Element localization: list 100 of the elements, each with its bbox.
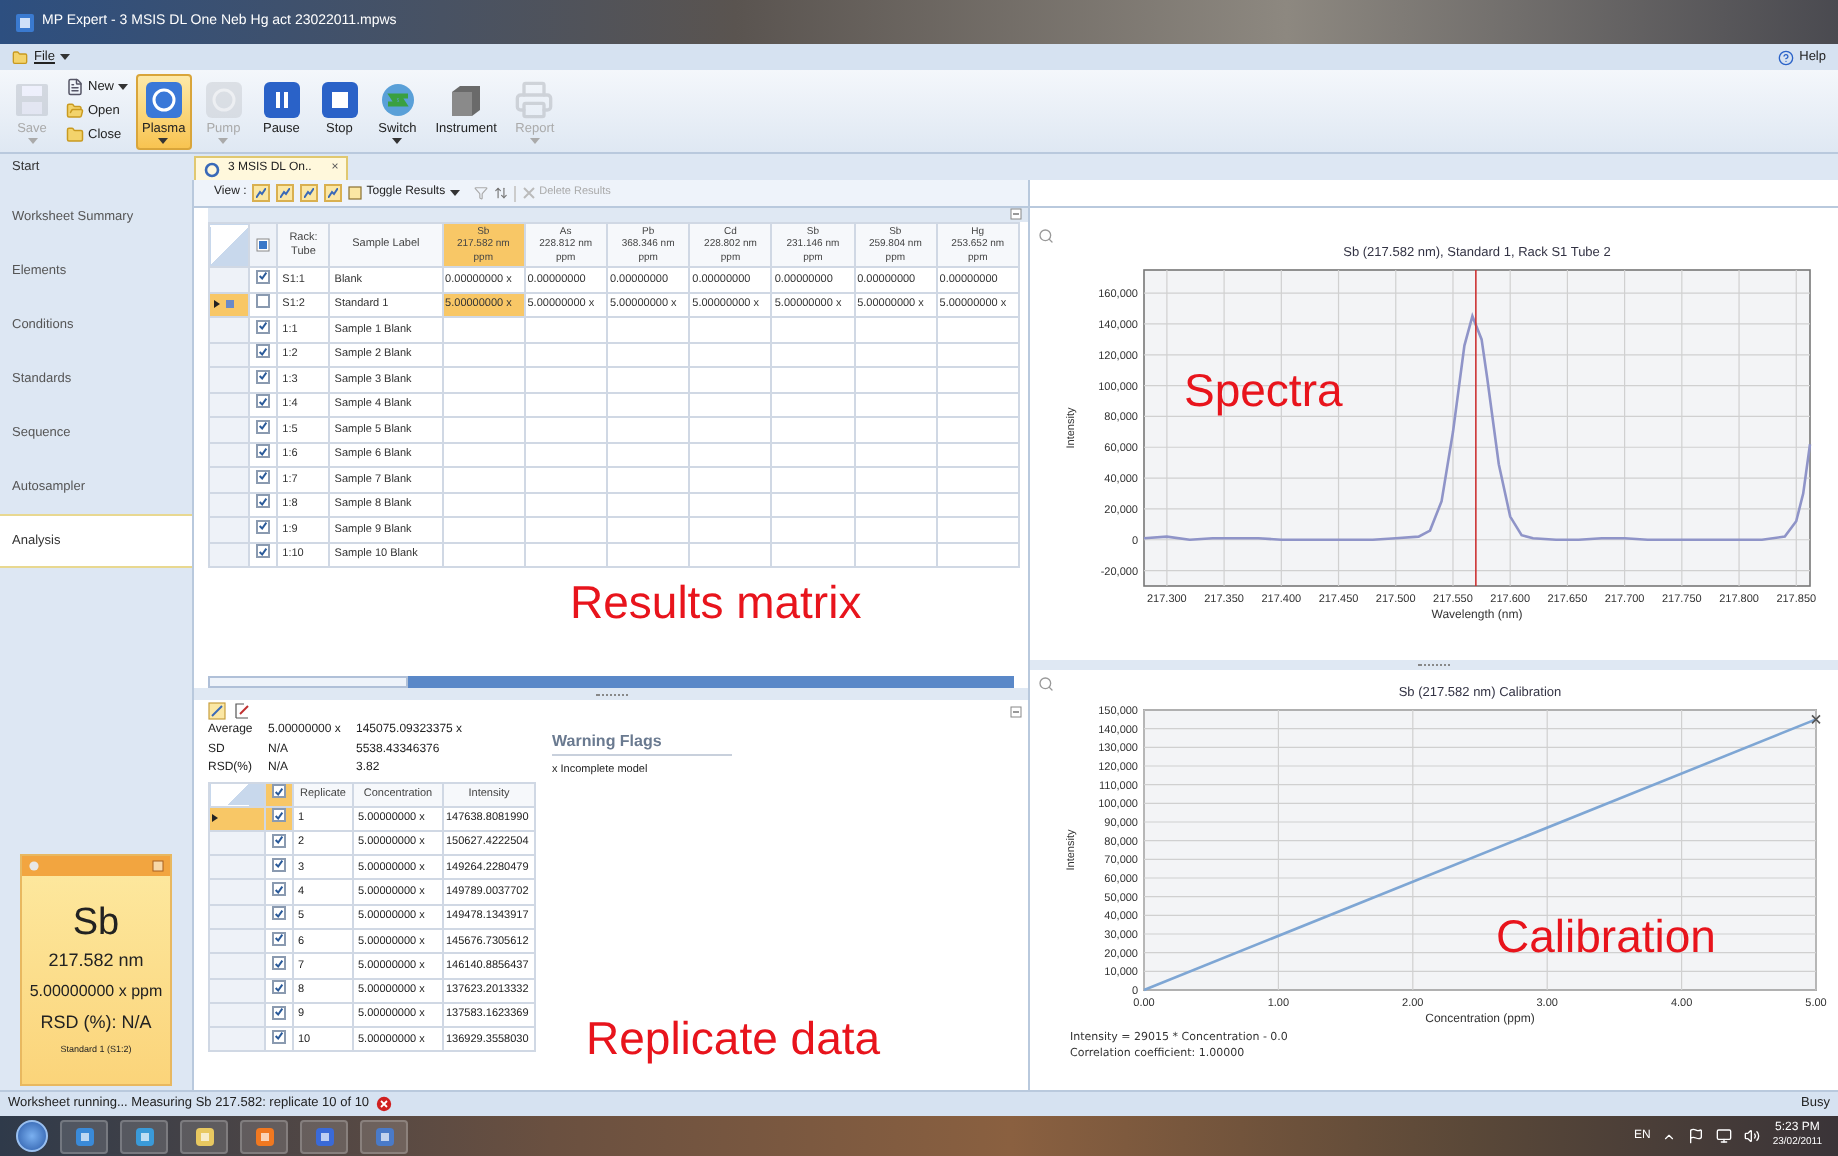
help-icon xyxy=(1777,49,1794,65)
view-button[interactable] xyxy=(276,184,295,202)
table-cell xyxy=(606,492,690,517)
checkbox[interactable] xyxy=(256,519,271,534)
search-icon[interactable] xyxy=(1038,228,1054,244)
view-button[interactable] xyxy=(324,184,343,202)
checkbox[interactable] xyxy=(272,906,286,921)
checkbox[interactable] xyxy=(256,394,271,409)
view-button[interactable] xyxy=(300,184,319,202)
chevron-icon[interactable] xyxy=(1662,1129,1677,1143)
table-cell xyxy=(442,467,525,492)
checkbox[interactable] xyxy=(256,469,271,484)
table-cell xyxy=(936,367,1019,392)
checkbox[interactable] xyxy=(272,808,286,823)
table-cell xyxy=(689,367,772,392)
table-cell xyxy=(854,467,937,492)
checkbox[interactable] xyxy=(272,882,286,897)
checkbox[interactable] xyxy=(272,931,286,946)
grid-icon xyxy=(348,186,363,200)
caret-icon xyxy=(449,190,460,196)
checkbox[interactable] xyxy=(272,784,286,799)
checkbox[interactable] xyxy=(256,269,271,284)
table-cell xyxy=(854,442,937,467)
table-cell xyxy=(936,417,1019,442)
network-icon[interactable] xyxy=(1716,1128,1733,1144)
chart-icon xyxy=(328,188,339,198)
table-cell xyxy=(442,492,525,517)
checkbox[interactable] xyxy=(272,1005,286,1020)
table-cell xyxy=(524,317,607,342)
search-icon[interactable] xyxy=(1038,676,1054,692)
edit-icon[interactable] xyxy=(208,702,226,720)
start-button[interactable] xyxy=(16,1120,48,1152)
checkbox[interactable] xyxy=(272,1029,286,1044)
flag-icon[interactable] xyxy=(1688,1128,1705,1144)
chart-icon xyxy=(304,188,315,198)
table-cell xyxy=(936,542,1019,567)
stop-icon xyxy=(319,80,360,120)
checkbox[interactable] xyxy=(256,369,271,384)
overlay-label: Calibration xyxy=(1496,914,1716,960)
taskbar-button[interactable] xyxy=(180,1119,228,1153)
ring-icon xyxy=(204,161,220,177)
table-cell xyxy=(689,317,772,342)
data-point xyxy=(1811,714,1821,725)
checkbox[interactable] xyxy=(272,980,286,995)
delete-icon xyxy=(521,186,536,200)
table-cell xyxy=(606,517,690,542)
checkbox[interactable] xyxy=(256,344,271,359)
table-cell xyxy=(442,367,525,392)
overlay-label: Replicate data xyxy=(586,1016,881,1062)
table-cell xyxy=(936,517,1019,542)
horizontal-scrollbar[interactable] xyxy=(208,676,1014,688)
printer-icon xyxy=(514,80,555,120)
error-icon xyxy=(375,1096,392,1112)
table-cell xyxy=(936,392,1019,417)
table-cell xyxy=(442,417,525,442)
table-cell xyxy=(606,442,690,467)
checkbox[interactable] xyxy=(256,319,271,334)
collapse-icon[interactable] xyxy=(1010,705,1022,717)
speaker-icon[interactable] xyxy=(1744,1128,1761,1144)
table-cell xyxy=(936,492,1019,517)
table-cell xyxy=(606,392,690,417)
checkbox[interactable] xyxy=(272,833,286,848)
table-cell xyxy=(854,517,937,542)
checkbox[interactable] xyxy=(256,544,271,559)
table-cell xyxy=(854,542,937,567)
checkbox[interactable] xyxy=(256,294,271,309)
pencil-icon[interactable] xyxy=(232,702,250,720)
taskbar-button[interactable] xyxy=(300,1119,348,1153)
checkbox[interactable] xyxy=(256,494,271,509)
table-cell xyxy=(771,342,855,367)
checkbox[interactable] xyxy=(256,444,271,459)
arrows-icon xyxy=(377,80,418,120)
table-cell xyxy=(771,392,855,417)
table-cell xyxy=(524,492,607,517)
view-button[interactable] xyxy=(252,184,271,202)
table-cell xyxy=(771,517,855,542)
table-cell xyxy=(524,442,607,467)
checkbox[interactable] xyxy=(272,857,286,872)
row-header[interactable] xyxy=(209,292,250,317)
pause-icon xyxy=(261,80,302,120)
chart-icon xyxy=(256,188,267,198)
taskbar-button[interactable] xyxy=(240,1119,288,1153)
current-row-icon xyxy=(210,298,238,311)
caret-icon xyxy=(60,54,71,60)
checkbox[interactable] xyxy=(272,956,286,971)
table-cell xyxy=(854,367,937,392)
checkbox-icon[interactable] xyxy=(256,238,271,252)
taskbar-button[interactable] xyxy=(120,1119,168,1153)
table-cell xyxy=(524,392,607,417)
taskbar-button[interactable] xyxy=(360,1119,408,1153)
table-cell xyxy=(771,442,855,467)
current-row-icon xyxy=(210,812,222,825)
collapse-icon[interactable] xyxy=(1010,208,1022,220)
table-cell xyxy=(442,542,525,567)
table-cell xyxy=(606,317,690,342)
taskbar-button[interactable] xyxy=(60,1119,108,1153)
checkbox[interactable] xyxy=(256,419,271,434)
table-cell xyxy=(936,317,1019,342)
table-cell xyxy=(524,342,607,367)
sort-icon[interactable] xyxy=(493,186,508,200)
